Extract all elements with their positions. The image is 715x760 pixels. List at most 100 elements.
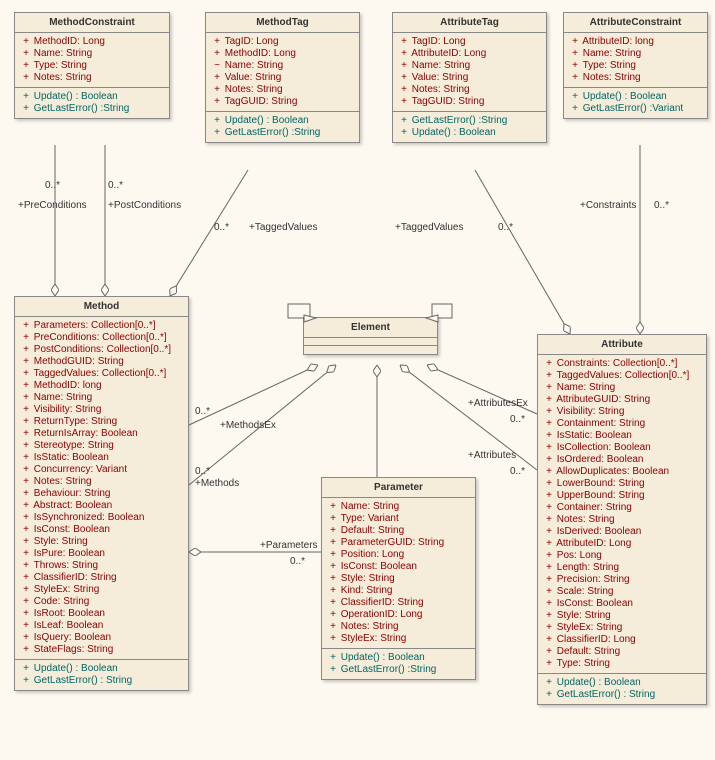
- attribute-row: + UpperBound: String: [544, 490, 700, 502]
- attribute-row: + MethodID: Long: [21, 36, 163, 48]
- attribute-row: + Parameters: Collection[0..*]: [21, 320, 182, 332]
- operation-row: + Update() : Boolean: [399, 127, 540, 139]
- operation-row: + Update() : Boolean: [21, 91, 163, 103]
- attribute-row: + Kind: String: [328, 585, 469, 597]
- role-attributes: +Attributes: [468, 450, 516, 461]
- attribute-row: + IsRoot: Boolean: [21, 608, 182, 620]
- attribute-row: + Behaviour: String: [21, 488, 182, 500]
- operation-row: + Update() : Boolean: [21, 663, 182, 675]
- operation-row: + Update() : Boolean: [570, 91, 701, 103]
- attribute-row: + Style: String: [328, 573, 469, 585]
- class-title: Method: [15, 297, 188, 317]
- attribute-row: + AllowDuplicates: Boolean: [544, 466, 700, 478]
- attribute-row: + Containment: String: [544, 418, 700, 430]
- attrs-method: + Parameters: Collection[0..*]+ PreCondi…: [15, 317, 188, 660]
- role-taggedvalues: +TaggedValues: [395, 222, 463, 233]
- role-constraints: +Constraints: [580, 200, 636, 211]
- attrs-parameter: + Name: String+ Type: Variant+ Default: …: [322, 498, 475, 649]
- attribute-row: + IsSynchronized: Boolean: [21, 512, 182, 524]
- operation-row: + GetLastError() :String: [399, 115, 540, 127]
- operation-row: + GetLastError() :String: [212, 127, 353, 139]
- mult: 0..*: [195, 406, 210, 417]
- attribute-row: + Name: String: [544, 382, 700, 394]
- attribute-row: + TaggedValues: Collection[0..*]: [544, 370, 700, 382]
- attribute-row: + Value: String: [212, 72, 353, 84]
- ops-method: + Update() : Boolean+ GetLastError() : S…: [15, 660, 188, 690]
- mult: 0..*: [510, 414, 525, 425]
- role-parameters: +Parameters: [260, 540, 318, 551]
- operation-row: + GetLastError() :Variant: [570, 103, 701, 115]
- class-title: MethodTag: [206, 13, 359, 33]
- attribute-row: + IsLeaf: Boolean: [21, 620, 182, 632]
- attribute-row: + MethodID: Long: [212, 48, 353, 60]
- ops-methodtag: + Update() : Boolean+ GetLastError() :St…: [206, 112, 359, 142]
- attribute-row: + StateFlags: String: [21, 644, 182, 656]
- attribute-row: + IsConst: Boolean: [328, 561, 469, 573]
- attribute-row: + AttributeID: Long: [544, 538, 700, 550]
- class-title: AttributeConstraint: [564, 13, 707, 33]
- attribute-row: + Scale: String: [544, 586, 700, 598]
- attribute-row: + MethodGUID: String: [21, 356, 182, 368]
- attribute-row: + AttributeID: long: [570, 36, 701, 48]
- operation-row: + GetLastError() :String: [21, 103, 163, 115]
- role-preconditions: +PreConditions: [18, 200, 87, 211]
- role-attributesex: +AttributesEx: [468, 398, 528, 409]
- class-title: MethodConstraint: [15, 13, 169, 33]
- attribute-row: + Concurrency: Variant: [21, 464, 182, 476]
- attribute-row: + Style: String: [544, 610, 700, 622]
- attribute-row: ~ Name: String: [212, 60, 353, 72]
- attrs-element: [304, 338, 437, 346]
- attribute-row: + StyleEx: String: [544, 622, 700, 634]
- attribute-row: + IsStatic: Boolean: [544, 430, 700, 442]
- attribute-row: + Throws: String: [21, 560, 182, 572]
- class-title: Parameter: [322, 478, 475, 498]
- role-taggedvalues: +TaggedValues: [249, 222, 317, 233]
- attribute-row: + StyleEx: String: [328, 633, 469, 645]
- mult: 0..*: [654, 200, 669, 211]
- operation-row: + GetLastError() : String: [21, 675, 182, 687]
- attribute-row: + TagID: Long: [399, 36, 540, 48]
- mult: 0..*: [510, 466, 525, 477]
- attribute-row: + Precision: String: [544, 574, 700, 586]
- attribute-row: + Length: String: [544, 562, 700, 574]
- ops-attributeconstraint: + Update() : Boolean+ GetLastError() :Va…: [564, 88, 707, 118]
- attribute-row: + Name: String: [21, 392, 182, 404]
- attribute-row: + Position: Long: [328, 549, 469, 561]
- ops-attribute: + Update() : Boolean+ GetLastError() : S…: [538, 674, 706, 704]
- attribute-row: + IsCollection: Boolean: [544, 442, 700, 454]
- operation-row: + GetLastError() :String: [328, 664, 469, 676]
- attrs-attribute: + Constraints: Collection[0..*]+ TaggedV…: [538, 355, 706, 674]
- attribute-row: + AttributeGUID: String: [544, 394, 700, 406]
- attribute-row: + IsOrdered: Boolean: [544, 454, 700, 466]
- attribute-row: + AttributeID: Long: [399, 48, 540, 60]
- attribute-row: + TagGUID: String: [212, 96, 353, 108]
- attribute-row: + PostConditions: Collection[0..*]: [21, 344, 182, 356]
- operation-row: + Update() : Boolean: [328, 652, 469, 664]
- attribute-row: + Pos: Long: [544, 550, 700, 562]
- mult: 0..*: [214, 222, 229, 233]
- attribute-row: + OperationID: Long: [328, 609, 469, 621]
- class-attributeconstraint: AttributeConstraint + AttributeID: long +…: [563, 12, 708, 119]
- attribute-row: + IsQuery: Boolean: [21, 632, 182, 644]
- attribute-row: + IsPure: Boolean: [21, 548, 182, 560]
- attribute-row: + StyleEx: String: [21, 584, 182, 596]
- class-attributetag: AttributeTag + TagID: Long+ AttributeID:…: [392, 12, 547, 143]
- ops-parameter: + Update() : Boolean+ GetLastError() :St…: [322, 649, 475, 679]
- class-method: Method + Parameters: Collection[0..*]+ P…: [14, 296, 189, 691]
- role-postconditions: +PostConditions: [108, 200, 181, 211]
- attribute-row: + Type: String: [544, 658, 700, 670]
- attribute-row: + Code: String: [21, 596, 182, 608]
- attribute-row: + IsDerived: Boolean: [544, 526, 700, 538]
- attribute-row: + Notes: String: [21, 476, 182, 488]
- attribute-row: + Default: String: [328, 525, 469, 537]
- attribute-row: + IsStatic: Boolean: [21, 452, 182, 464]
- attribute-row: + Name: String: [21, 48, 163, 60]
- attribute-row: + Type: Variant: [328, 513, 469, 525]
- ops-methodconstraint: + Update() : Boolean+ GetLastError() :St…: [15, 88, 169, 118]
- attribute-row: + Name: String: [328, 501, 469, 513]
- attribute-row: + ClassifierID: String: [21, 572, 182, 584]
- attribute-row: + MethodID: long: [21, 380, 182, 392]
- ops-element: [304, 346, 437, 354]
- class-title: Attribute: [538, 335, 706, 355]
- mult: 0..*: [108, 180, 123, 191]
